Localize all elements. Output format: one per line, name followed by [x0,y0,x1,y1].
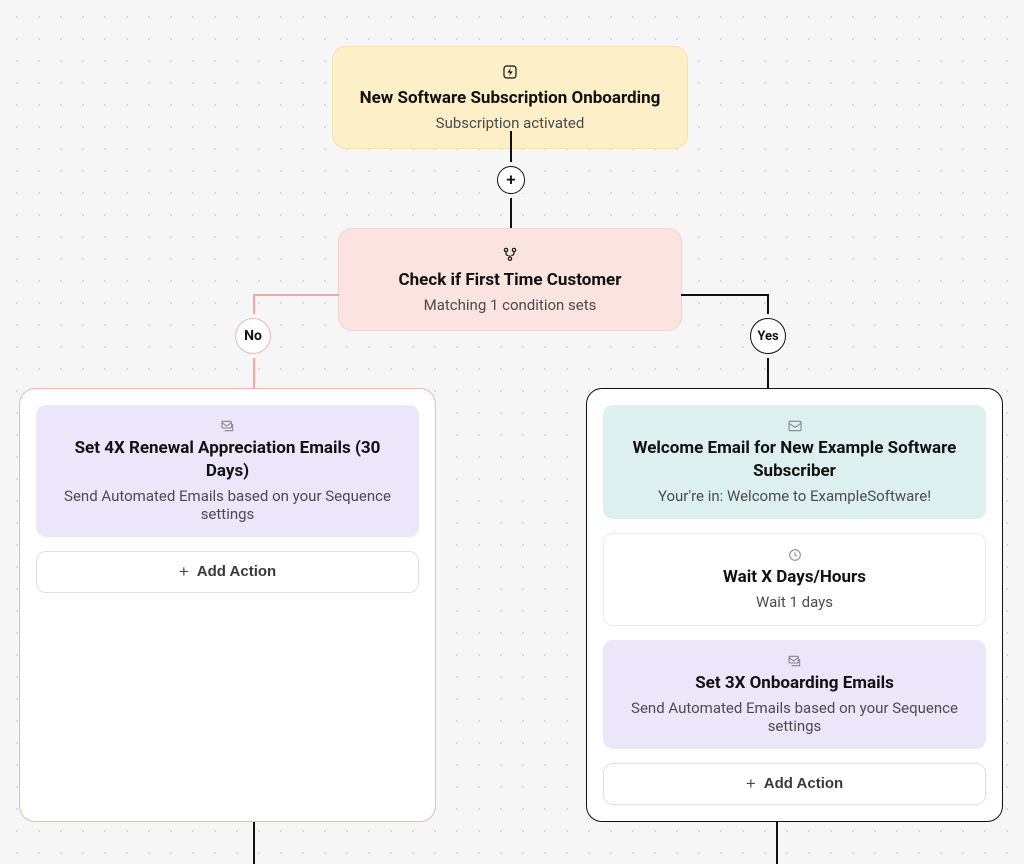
add-action-label: Add Action [197,563,276,580]
action-subtitle: Wait 1 days [622,593,967,611]
sequence-icon [786,652,804,670]
condition-title: Check if First Time Customer [361,269,659,292]
add-action-button[interactable]: + Add Action [36,551,419,593]
action-card-email[interactable]: Welcome Email for New Example Software S… [603,405,986,519]
connector [510,194,512,228]
condition-node[interactable]: Check if First Time Customer Matching 1 … [338,228,682,331]
plus-icon: + [746,774,756,794]
connector [510,131,512,166]
trigger-title: New Software Subscription Onboarding [355,87,665,110]
bolt-icon [499,61,521,83]
branch-no-label: No [235,318,271,354]
action-title: Wait X Days/Hours [622,566,967,589]
action-card-sequence[interactable]: Set 3X Onboarding Emails Send Automated … [603,640,986,749]
branch-icon [499,243,521,265]
connector [776,822,778,864]
action-card-wait[interactable]: Wait X Days/Hours Wait 1 days [603,533,986,626]
email-icon [786,417,804,435]
trigger-subtitle: Subscription activated [355,114,665,132]
action-card-sequence[interactable]: Set 4X Renewal Appreciation Emails (30 D… [36,405,419,537]
action-title: Set 4X Renewal Appreciation Emails (30 D… [54,437,401,483]
plus-icon: + [179,562,189,582]
action-title: Welcome Email for New Example Software S… [621,437,968,483]
sequence-icon [219,417,237,435]
connector [681,294,768,296]
action-subtitle: Send Automated Emails based on your Sequ… [54,487,401,523]
action-subtitle: Send Automated Emails based on your Sequ… [621,699,968,735]
condition-subtitle: Matching 1 condition sets [361,296,659,314]
action-subtitle: Your're in: Welcome to ExampleSoftware! [621,487,968,505]
connector [253,822,255,864]
clock-icon [786,546,804,564]
branch-yes-label: Yes [750,318,786,354]
plus-icon: + [506,170,515,190]
add-action-button[interactable]: + Add Action [603,763,986,805]
add-action-label: Add Action [764,775,843,792]
add-step-button[interactable]: + [497,166,525,194]
yes-branch-container[interactable]: Welcome Email for New Example Software S… [586,388,1003,822]
action-title: Set 3X Onboarding Emails [621,672,968,695]
connector [253,294,339,296]
no-branch-container[interactable]: Set 4X Renewal Appreciation Emails (30 D… [19,388,436,822]
